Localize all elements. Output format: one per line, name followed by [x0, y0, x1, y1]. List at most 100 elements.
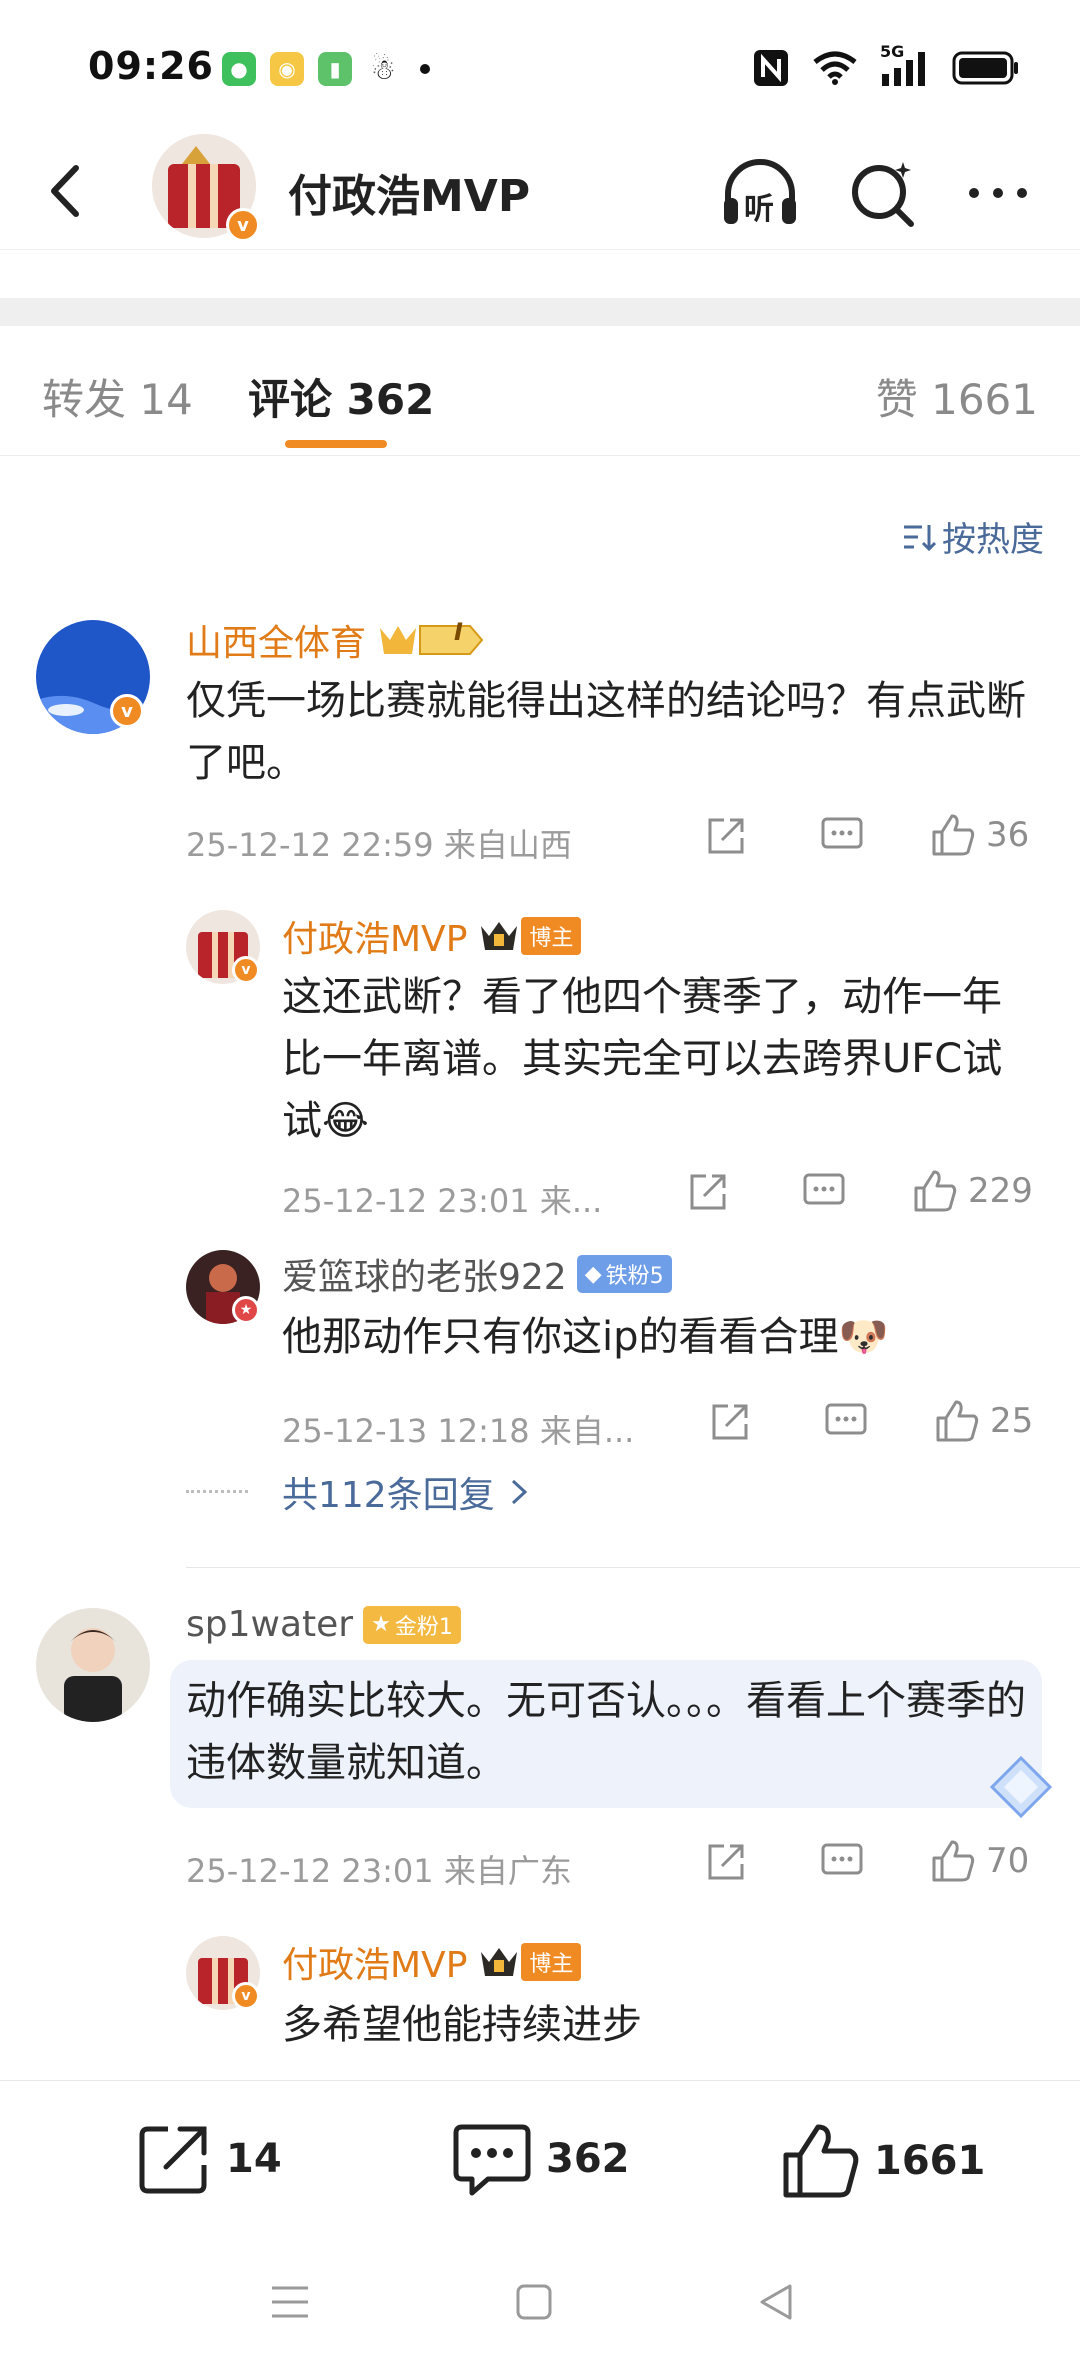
repost-icon [139, 2126, 207, 2194]
system-navigation-bar [0, 2240, 1080, 2373]
like-count: 36 [986, 815, 1030, 855]
sort-button[interactable]: 按热度 [902, 512, 1044, 561]
author-tag: 博主 [521, 917, 582, 955]
thumbs-up-icon [936, 1400, 979, 1442]
crown-icon [481, 922, 518, 950]
view-more-replies[interactable]: 共112条回复 [282, 1466, 529, 1518]
member-badge: ★ [232, 1296, 260, 1324]
repost-button[interactable]: 14 [136, 2121, 282, 2197]
reply-button[interactable] [820, 816, 864, 856]
verified-badge: v [232, 1982, 260, 2010]
share-icon [712, 1404, 748, 1440]
fan-badge-label: 铁粉5 [605, 1264, 664, 1289]
reply-author-name[interactable]: 付政浩MVP [282, 910, 467, 962]
comment-count: 362 [546, 2136, 630, 2182]
repost-count: 14 [226, 2136, 282, 2182]
reply-text: 多希望他能持续进步 [282, 2002, 642, 2048]
listen-label: 听 [744, 192, 774, 227]
battery-app-icon: ▮ [318, 52, 352, 86]
member-level: I [454, 618, 463, 646]
like-button[interactable]: 70 [930, 1838, 1029, 1884]
thumbs-up-icon [783, 2124, 859, 2198]
home-icon[interactable] [512, 2280, 556, 2324]
like-button[interactable]: 36 [930, 812, 1029, 858]
reply-meta: 25-12-12 23:01 来... [282, 1182, 603, 1220]
author-tag: 博主 [521, 1943, 582, 1981]
reply-name-row: 付政浩MVP 博主 [282, 1936, 582, 1988]
like-count: 25 [990, 1401, 1034, 1441]
like-button[interactable]: 25 [934, 1398, 1033, 1444]
more-options-icon[interactable] [962, 168, 1034, 218]
reply-button[interactable] [824, 1402, 868, 1442]
tab-comments[interactable]: 评论 362 [248, 366, 434, 427]
weibo-icon: ◉ [270, 52, 304, 86]
comment-icon [825, 1403, 867, 1435]
member-level-badge: I [376, 618, 486, 660]
sort-label: 按热度 [942, 520, 1044, 560]
replies-connector [186, 1490, 248, 1493]
system-icons: 5G [752, 42, 1020, 88]
share-icon [708, 818, 744, 854]
sort-icon [904, 524, 936, 551]
comment-text: 仅凭一场比赛就能得出这样的结论吗？有点武断了吧。 [186, 678, 1026, 786]
nfc-icon [754, 50, 788, 86]
comment-meta: 25-12-12 23:01 来自广东 [186, 1852, 572, 1890]
reply-button[interactable] [802, 1172, 846, 1212]
comment-divider [186, 1567, 1080, 1568]
thumbs-up-icon [914, 1170, 957, 1212]
commenter-avatar[interactable] [36, 1608, 150, 1722]
verified-badge: v [232, 956, 260, 984]
commenter-name[interactable]: 山西全体育 [186, 614, 366, 666]
clock: 09:26 [88, 44, 214, 88]
share-button[interactable] [710, 1402, 752, 1442]
listen-button[interactable]: 听 [718, 154, 802, 234]
header: v 付政浩MVP 听 [0, 130, 1080, 250]
comment-meta: 25-12-12 22:59 来自山西 [186, 826, 572, 864]
verified-badge: v [226, 208, 260, 242]
share-button[interactable] [688, 1172, 730, 1212]
reply-meta: 25-12-13 12:18 来自... [282, 1412, 635, 1450]
reply-author-name[interactable]: 付政浩MVP [282, 1936, 467, 1988]
share-button[interactable] [706, 1842, 748, 1882]
battery-icon [952, 51, 1018, 85]
5g-signal-icon: 5G [880, 42, 930, 88]
commenter-name-row: 山西全体育 I [186, 614, 486, 666]
more-notifications-dot [420, 64, 430, 74]
tab-reposts[interactable]: 转发 14 [42, 366, 193, 427]
comment-text: 动作确实比较大。无可否认。。。看看上个赛季的违体数量就知道。 [186, 1678, 1026, 1786]
reply-text: 他那动作只有你这ip的看看合理🐶 [282, 1314, 889, 1360]
thumbs-up-icon [932, 814, 975, 856]
search-icon[interactable] [845, 154, 921, 234]
fan-badge: ★ 金粉1 [363, 1605, 461, 1644]
active-tab-indicator [285, 440, 387, 448]
like-button[interactable]: 229 [912, 1168, 1033, 1214]
chevron-right-icon [511, 1479, 527, 1505]
comment-button[interactable]: 362 [452, 2121, 630, 2197]
more-replies-label: 共112条回复 [282, 1475, 495, 1516]
menu-icon[interactable] [268, 2280, 312, 2324]
fan-badge: ◆ 铁粉5 [576, 1255, 672, 1293]
crown-icon [481, 1948, 518, 1976]
comment-icon [821, 817, 863, 849]
reply-button[interactable] [820, 1842, 864, 1882]
like-count: 1661 [874, 2138, 986, 2184]
notification-icons: ● ◉ ▮ ☃ [222, 52, 430, 86]
back-button[interactable] [36, 156, 96, 226]
like-count: 70 [986, 1841, 1030, 1881]
comment-bubble-icon [453, 2124, 531, 2196]
commenter-name-row: sp1water ★ 金粉1 [186, 1604, 461, 1645]
status-bar: 09:26 ● ◉ ▮ ☃ 5G [0, 0, 1080, 130]
share-button[interactable] [706, 816, 748, 856]
wechat-icon: ● [222, 52, 256, 86]
comment-icon [803, 1173, 845, 1205]
reply-name-row: 爱篮球的老张922 ◆ 铁粉5 [282, 1248, 672, 1300]
tab-likes[interactable]: 赞 1661 [876, 366, 1038, 427]
wifi-icon [813, 51, 857, 85]
commenter-name[interactable]: sp1water [186, 1604, 353, 1645]
reply-author-name[interactable]: 爱篮球的老张922 [282, 1248, 567, 1300]
qq-icon: ☃ [370, 52, 396, 86]
back-nav-icon[interactable] [754, 2280, 798, 2324]
like-button[interactable]: 1661 [780, 2121, 985, 2201]
verified-badge: v [110, 694, 144, 728]
tab-bar: 转发 14 评论 362 赞 1661 [0, 326, 1080, 456]
